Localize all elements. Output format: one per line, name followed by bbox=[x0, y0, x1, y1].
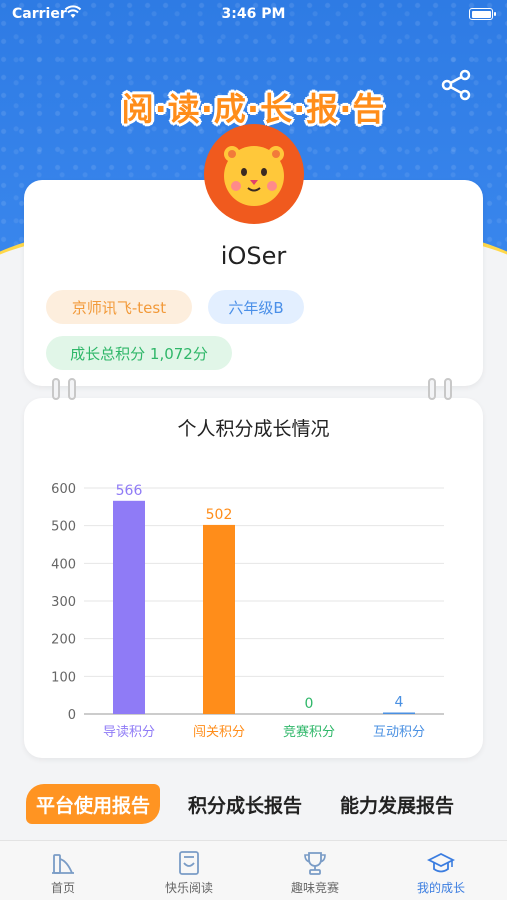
x-category-label: 导读积分 bbox=[103, 725, 155, 740]
nav-label-home: 首页 bbox=[50, 881, 75, 895]
nav-label-my-growth: 我的成长 bbox=[416, 881, 465, 895]
x-category-label: 竞赛积分 bbox=[283, 724, 335, 740]
report-tabs: 平台使用报告 积分成长报告 能力发展报告 bbox=[0, 784, 507, 824]
share-icon[interactable] bbox=[439, 68, 473, 102]
class-tag: 六年级B bbox=[208, 290, 304, 324]
y-tick-label: 300 bbox=[51, 595, 76, 610]
nav-item-fun-contest[interactable]: 趣味竞赛 bbox=[252, 841, 378, 900]
bar bbox=[113, 500, 145, 714]
binder-ring bbox=[428, 378, 436, 400]
book-icon bbox=[179, 851, 199, 875]
y-tick-label: 600 bbox=[51, 482, 76, 497]
binder-ring bbox=[52, 378, 60, 400]
nav-item-happy-reading[interactable]: 快乐阅读 bbox=[126, 841, 252, 900]
chart-card: 个人积分成长情况 0 100 200 300 400 500 600 566 导读积分 502 闯关… bbox=[24, 398, 483, 758]
avatar[interactable] bbox=[204, 124, 304, 224]
status-bar: Carrier 3:46 PM bbox=[0, 0, 507, 30]
bar-value-label: 502 bbox=[206, 507, 233, 523]
nav-label-happy-reading: 快乐阅读 bbox=[164, 881, 213, 895]
bar-value-label: 0 bbox=[305, 696, 314, 712]
y-tick-label: 0 bbox=[68, 708, 76, 723]
y-tick-label: 500 bbox=[51, 520, 76, 535]
x-category-label: 闯关积分 bbox=[193, 725, 245, 740]
bar-value-label: 566 bbox=[116, 483, 143, 499]
tab-ability-development-report[interactable]: 能力发展报告 bbox=[340, 784, 454, 824]
trophy-icon bbox=[304, 852, 326, 875]
nav-item-my-growth[interactable]: 我的成长 bbox=[378, 841, 504, 900]
y-tick-label: 400 bbox=[51, 557, 76, 572]
status-time: 3:46 PM bbox=[221, 6, 286, 22]
lion-avatar-icon bbox=[224, 146, 284, 206]
x-category-label: 互动积分 bbox=[373, 725, 425, 740]
school-tag: 京师讯飞-test bbox=[46, 290, 192, 324]
nav-label-fun-contest: 趣味竞赛 bbox=[290, 881, 339, 895]
graduation-cap-icon bbox=[427, 852, 455, 873]
username: iOSer bbox=[220, 242, 287, 270]
bar bbox=[203, 524, 235, 714]
y-tick-label: 100 bbox=[51, 670, 76, 685]
bottom-nav: 首页 快乐阅读 趣味竞赛 我的成长 bbox=[0, 840, 507, 900]
nav-item-home[interactable]: 首页 bbox=[0, 841, 126, 900]
bar-value-label: 4 bbox=[395, 694, 404, 710]
binder-ring bbox=[68, 378, 76, 400]
bar bbox=[383, 712, 415, 714]
y-tick-label: 200 bbox=[51, 633, 76, 648]
tab-platform-usage-report[interactable]: 平台使用报告 bbox=[26, 784, 161, 824]
tab-points-growth-report[interactable]: 积分成长报告 bbox=[188, 784, 302, 824]
points-bar-chart: 0 100 200 300 400 500 600 566 导读积分 502 闯关积分 0 竞赛积分 4 互… bbox=[51, 482, 444, 740]
binder-ring bbox=[444, 378, 452, 400]
battery-icon bbox=[469, 8, 496, 20]
home-slide-icon bbox=[52, 854, 74, 874]
total-score-tag: 成长总积分 1,072分 bbox=[46, 336, 232, 370]
